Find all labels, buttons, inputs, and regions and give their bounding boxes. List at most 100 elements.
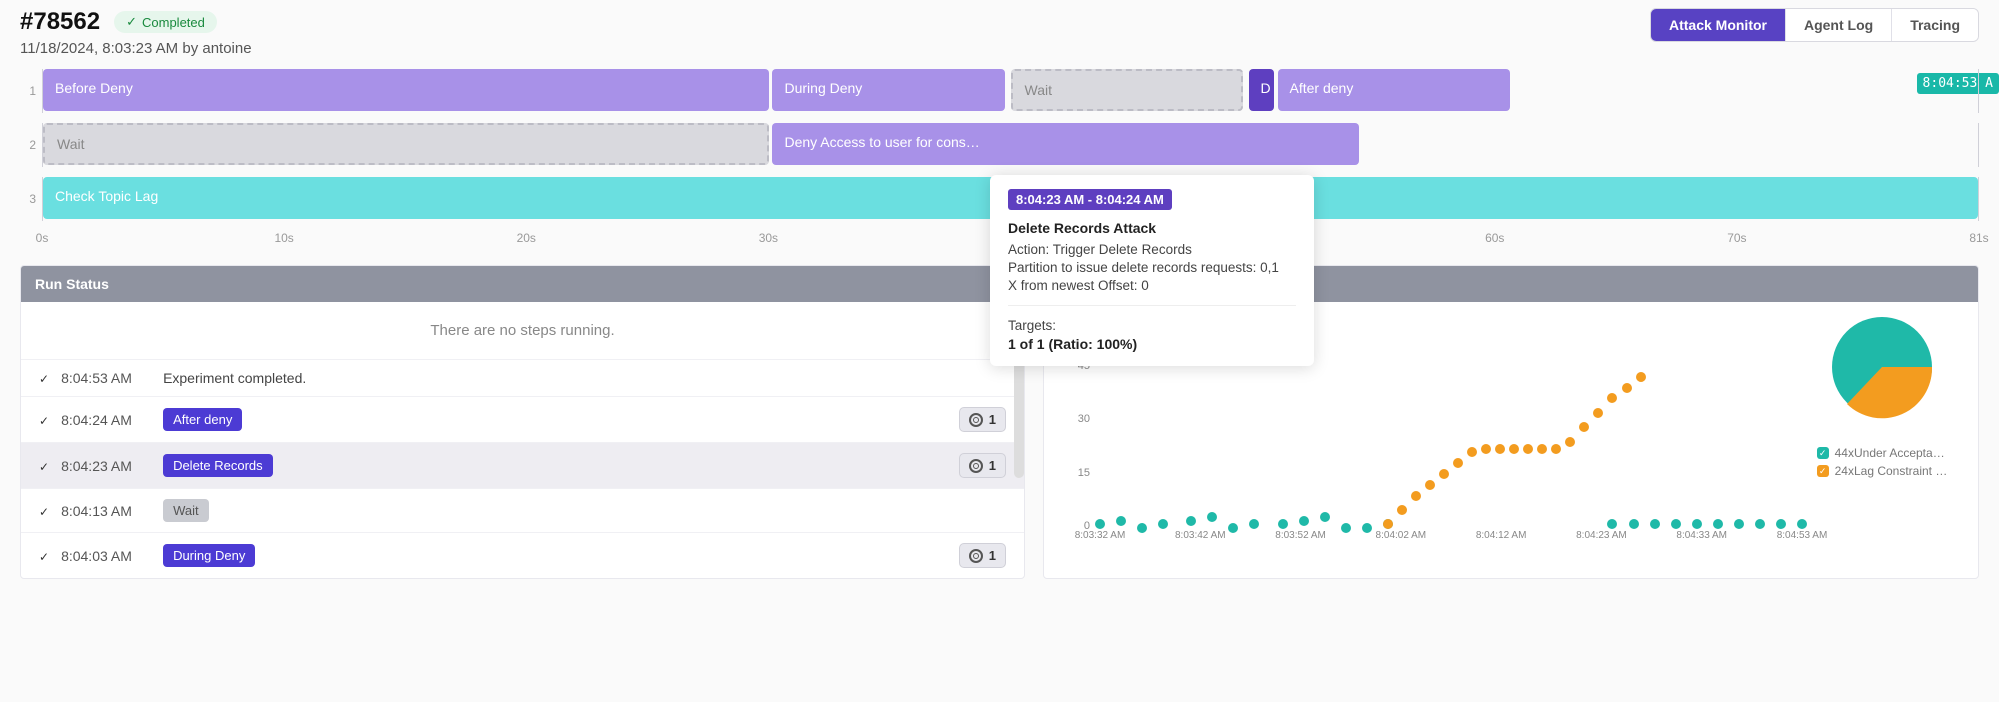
data-point[interactable]	[1607, 393, 1617, 403]
time-tick: 70s	[1727, 231, 1746, 245]
step-chip: Wait	[163, 499, 209, 522]
run-status-header: Run Status	[21, 266, 1024, 302]
data-point[interactable]	[1713, 519, 1723, 529]
step-time: 8:04:24 AM	[61, 412, 151, 428]
data-point[interactable]	[1383, 519, 1393, 529]
tooltip-ratio: 1 of 1 (Ratio: 100%)	[1008, 336, 1296, 352]
legend-teal-label: 44xUnder Accepta…	[1835, 446, 1945, 460]
check-icon	[39, 370, 49, 386]
step-row[interactable]: 8:04:24 AM After deny 1	[21, 396, 1024, 442]
data-point[interactable]	[1579, 422, 1589, 432]
data-point[interactable]	[1636, 372, 1646, 382]
step-time: 8:04:03 AM	[61, 548, 151, 564]
run-id: #78562	[20, 8, 100, 36]
data-point[interactable]	[1320, 512, 1330, 522]
data-point[interactable]	[1650, 519, 1660, 529]
data-point[interactable]	[1734, 519, 1744, 529]
pie-chart[interactable]	[1827, 312, 1937, 422]
data-point[interactable]	[1481, 444, 1491, 454]
tooltip-action: Action: Trigger Delete Records	[1008, 242, 1296, 257]
data-point[interactable]	[1509, 444, 1519, 454]
data-point[interactable]	[1249, 519, 1259, 529]
tab-tracing[interactable]: Tracing	[1891, 9, 1978, 41]
timeline-bar[interactable]: After deny	[1278, 69, 1510, 111]
data-point[interactable]	[1425, 480, 1435, 490]
check-icon: ✓	[126, 14, 137, 30]
timeline-bar[interactable]: Before Deny	[43, 69, 769, 111]
step-row[interactable]: 8:04:23 AMDelete Records1	[21, 442, 1024, 488]
timeline-bar[interactable]: Wait	[43, 123, 769, 165]
data-point[interactable]	[1397, 505, 1407, 515]
data-point[interactable]	[1755, 519, 1765, 529]
data-point[interactable]	[1593, 408, 1603, 418]
x-tick: 8:04:33 AM	[1676, 530, 1727, 541]
data-point[interactable]	[1207, 512, 1217, 522]
timeline-bar[interactable]: Deny Access to user for cons…	[772, 123, 1358, 165]
tab-agent-log[interactable]: Agent Log	[1785, 9, 1891, 41]
timeline-bar[interactable]: Wait	[1011, 69, 1243, 111]
data-point[interactable]	[1186, 516, 1196, 526]
tab-attack-monitor[interactable]: Attack Monitor	[1651, 9, 1785, 41]
data-point[interactable]	[1629, 519, 1639, 529]
x-tick: 8:04:23 AM	[1576, 530, 1627, 541]
run-status-panel: Run Status There are no steps running. 8…	[20, 265, 1025, 579]
data-point[interactable]	[1467, 447, 1477, 457]
chart-legend: ✓ 44xUnder Accepta… ✓ 24xLag Constraint …	[1817, 446, 1948, 482]
legend-check-icon: ✓	[1817, 465, 1829, 477]
time-tick: 10s	[274, 231, 293, 245]
step-chip: During Deny	[163, 544, 255, 567]
time-tick: 60s	[1485, 231, 1504, 245]
step-time: 8:04:23 AM	[61, 458, 151, 474]
step-row[interactable]: 8:04:03 AM During Deny 1	[21, 532, 1024, 578]
data-point[interactable]	[1495, 444, 1505, 454]
data-point[interactable]	[1158, 519, 1168, 529]
timeline-tooltip: 8:04:23 AM - 8:04:24 AM Delete Records A…	[990, 175, 1314, 366]
data-point[interactable]	[1692, 519, 1702, 529]
status-badge: ✓ Completed	[114, 11, 217, 33]
run-subtitle: 11/18/2024, 8:03:23 AM by antoine	[20, 40, 252, 57]
x-tick: 8:04:12 AM	[1476, 530, 1527, 541]
data-point[interactable]	[1565, 437, 1575, 447]
x-tick: 8:03:42 AM	[1175, 530, 1226, 541]
data-point[interactable]	[1116, 516, 1126, 526]
data-point[interactable]	[1671, 519, 1681, 529]
check-icon	[39, 458, 49, 474]
target-count[interactable]: 1	[959, 407, 1006, 432]
target-icon	[969, 413, 983, 427]
row-number: 3	[20, 192, 36, 206]
target-icon	[969, 549, 983, 563]
data-point[interactable]	[1523, 444, 1533, 454]
x-tick: 8:04:53 AM	[1777, 530, 1828, 541]
timeline-bar[interactable]: During Deny	[772, 69, 1004, 111]
target-icon	[969, 459, 983, 473]
data-point[interactable]	[1439, 469, 1449, 479]
step-row[interactable]: 8:04:53 AMExperiment completed.	[21, 359, 1024, 396]
data-point[interactable]	[1551, 444, 1561, 454]
target-count[interactable]: 1	[959, 543, 1006, 568]
x-tick: 8:04:02 AM	[1376, 530, 1427, 541]
data-point[interactable]	[1797, 519, 1807, 529]
step-chip: After deny	[163, 408, 242, 431]
legend-orange-label: 24xLag Constraint …	[1835, 464, 1948, 478]
step-text: Experiment completed.	[163, 370, 306, 386]
data-point[interactable]	[1095, 519, 1105, 529]
check-icon	[39, 503, 49, 519]
legend-check-icon: ✓	[1817, 447, 1829, 459]
target-count[interactable]: 1	[959, 453, 1006, 478]
view-tabs: Attack Monitor Agent Log Tracing	[1650, 8, 1979, 42]
data-point[interactable]	[1411, 491, 1421, 501]
time-tick: 81s	[1969, 231, 1988, 245]
check-icon	[39, 548, 49, 564]
data-point[interactable]	[1607, 519, 1617, 529]
data-point[interactable]	[1622, 383, 1632, 393]
data-point[interactable]	[1278, 519, 1288, 529]
row-number: 2	[20, 138, 36, 152]
y-tick: 30	[1078, 413, 1090, 425]
data-point[interactable]	[1453, 458, 1463, 468]
data-point[interactable]	[1776, 519, 1786, 529]
tooltip-targets-label: Targets:	[1008, 318, 1296, 333]
timeline-bar[interactable]: D	[1249, 69, 1274, 111]
data-point[interactable]	[1299, 516, 1309, 526]
data-point[interactable]	[1537, 444, 1547, 454]
step-row[interactable]: 8:04:13 AMWait	[21, 488, 1024, 532]
